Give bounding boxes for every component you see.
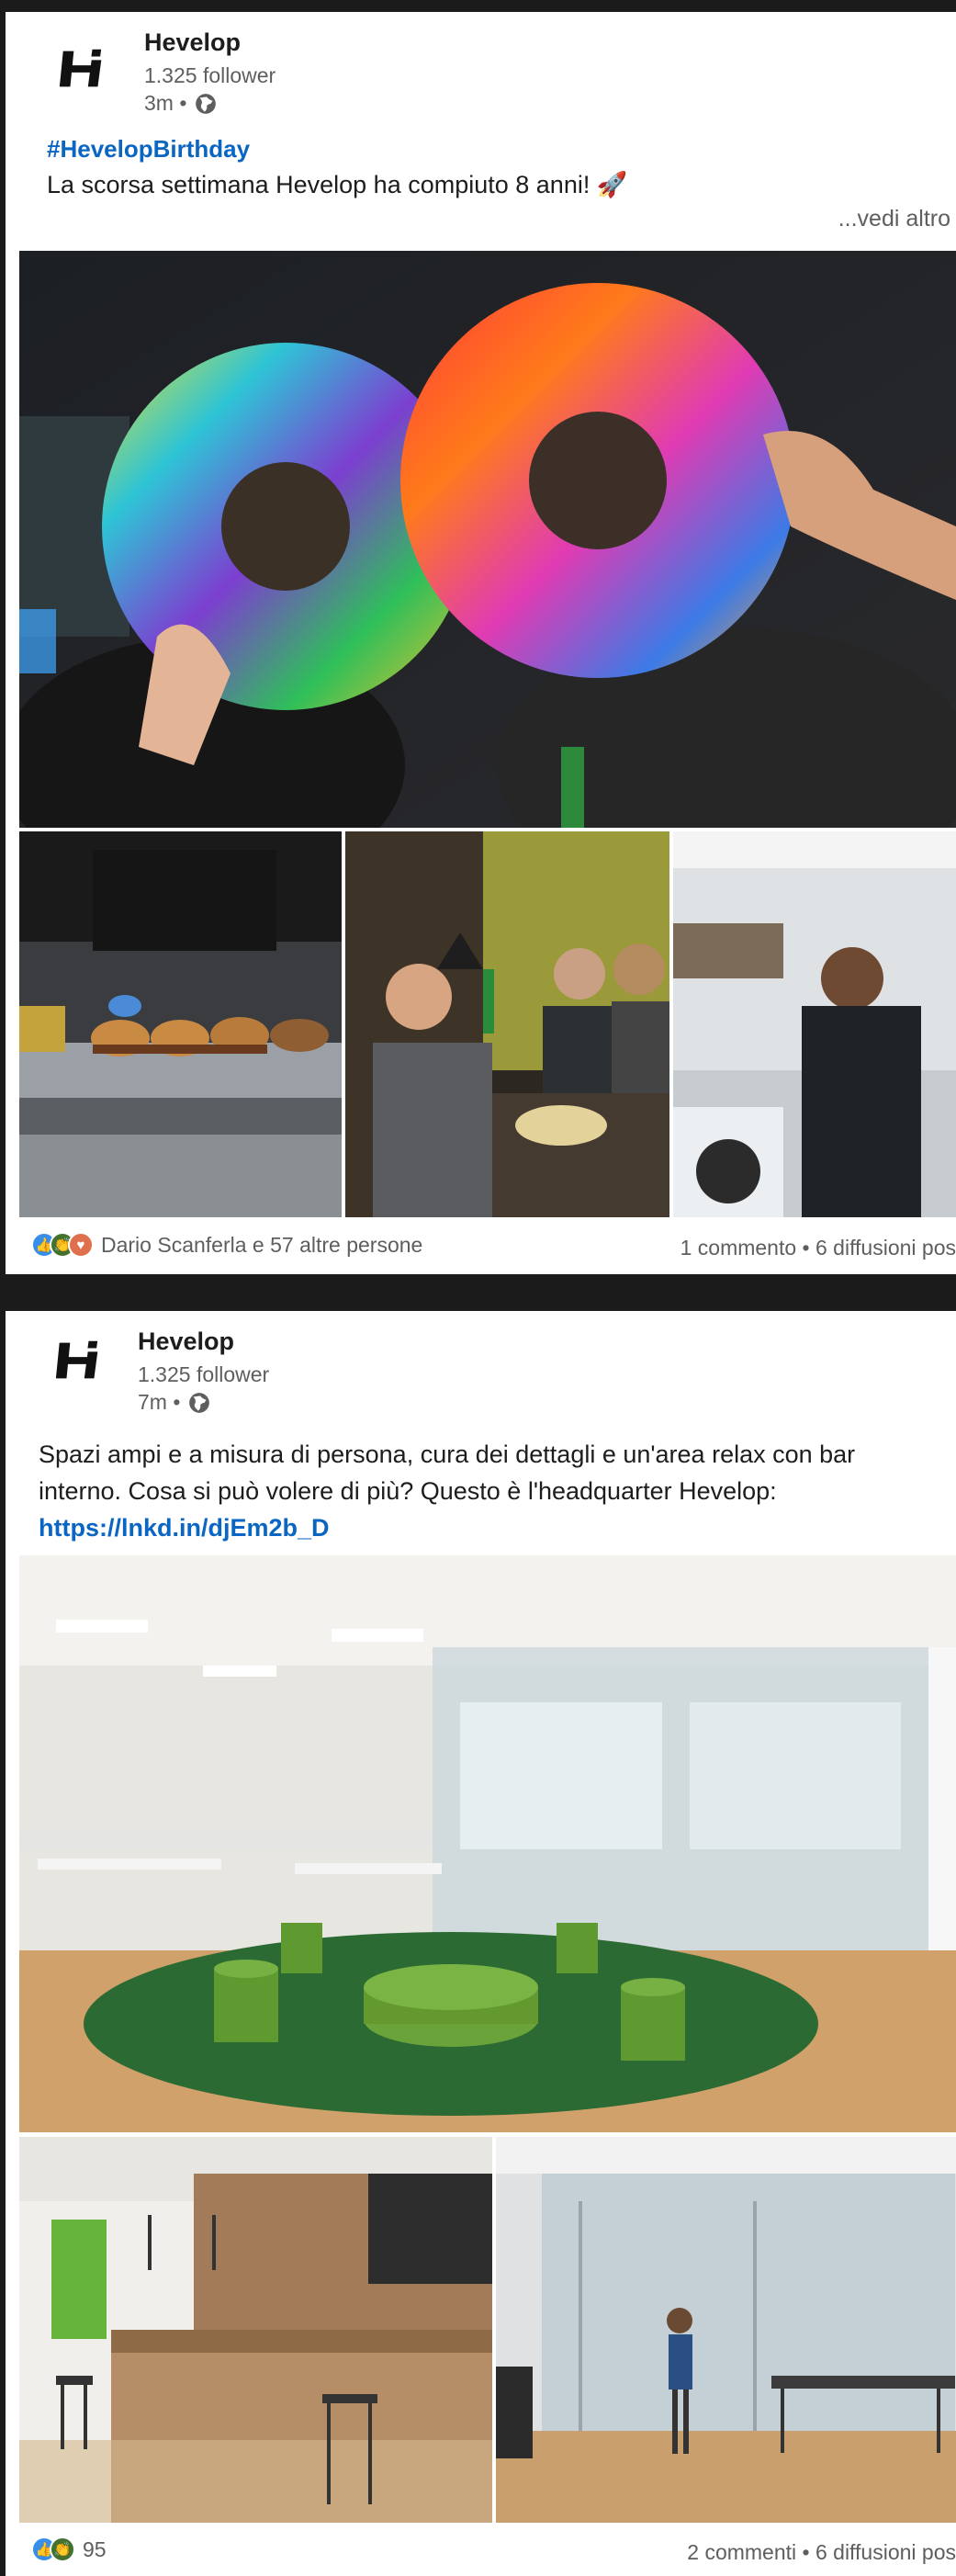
feed-post-2: Hevelop 1.325 follower 7m • Spazi ampi e… <box>6 1311 956 2576</box>
social-bar: 👍 👏 95 2 commenti • 6 diffusioni pos <box>6 2527 956 2573</box>
feed-post-1: Hevelop 1.325 follower 3m • #HevelopBirt… <box>6 12 956 1274</box>
celebrate-icon: 👏 <box>50 2536 75 2562</box>
post-time: 7m • <box>138 1390 181 1414</box>
office-photo <box>673 831 956 1217</box>
post-hashtag[interactable]: #HevelopBirthday <box>47 135 250 164</box>
post-text: Spazi ampi e a misura di persona, cura d… <box>39 1436 948 1546</box>
reactions-text: Dario Scanferla e 57 altre persone <box>101 1232 423 1257</box>
hevelop-logo-icon <box>55 1340 98 1379</box>
hevelop-logo-icon <box>59 49 102 87</box>
love-icon: ♥ <box>68 1232 94 1258</box>
post-link[interactable]: https://lnkd.in/djEm2b_D <box>39 1509 948 1546</box>
bar-photo <box>19 2137 492 2523</box>
post-image-burgers[interactable] <box>19 831 342 1217</box>
burgers-photo <box>19 831 342 1217</box>
toast-photo <box>345 831 669 1217</box>
post-image-main[interactable] <box>19 251 956 828</box>
post-image-meeting-room[interactable] <box>496 2137 956 2523</box>
post-meta: 3m • <box>144 91 218 116</box>
follower-count: 1.325 follower <box>138 1362 270 1386</box>
comments-shares-count[interactable]: 1 commento • 6 diffusioni pos <box>680 1236 956 1260</box>
author-name[interactable]: Hevelop <box>138 1328 234 1356</box>
globe-icon <box>189 1392 210 1413</box>
open-space-photo <box>19 1555 956 2132</box>
balloon-photo <box>19 251 956 828</box>
author-name[interactable]: Hevelop <box>144 28 241 57</box>
meeting-room-photo <box>496 2137 956 2523</box>
post-image-office[interactable] <box>673 831 956 1217</box>
post-image-bar[interactable] <box>19 2137 492 2523</box>
post-text-line-1: Spazi ampi e a misura di persona, cura d… <box>39 1441 856 1468</box>
company-logo[interactable] <box>50 1331 108 1390</box>
post-image-toast[interactable] <box>345 831 669 1217</box>
social-bar: 👍 👏 ♥ Dario Scanferla e 57 altre persone… <box>6 1223 956 1269</box>
post-meta: 7m • <box>138 1390 211 1415</box>
reactions-summary[interactable]: 👍 👏 ♥ Dario Scanferla e 57 altre persone <box>31 1232 422 1258</box>
post-image-main[interactable] <box>19 1555 956 2132</box>
post-text-line-2: interno. Cosa si può volere di più? Ques… <box>39 1477 777 1505</box>
post-text: La scorsa settimana Hevelop ha compiuto … <box>47 171 628 198</box>
reactions-count: 95 <box>83 2536 107 2561</box>
see-more-link[interactable]: ...vedi altro <box>838 206 950 232</box>
post-time: 3m • <box>144 91 187 115</box>
comments-shares-count[interactable]: 2 commenti • 6 diffusioni pos <box>687 2540 956 2565</box>
reactions-summary[interactable]: 👍 👏 95 <box>31 2536 107 2562</box>
globe-icon <box>196 93 217 114</box>
follower-count: 1.325 follower <box>144 63 276 87</box>
company-logo[interactable] <box>53 40 112 98</box>
